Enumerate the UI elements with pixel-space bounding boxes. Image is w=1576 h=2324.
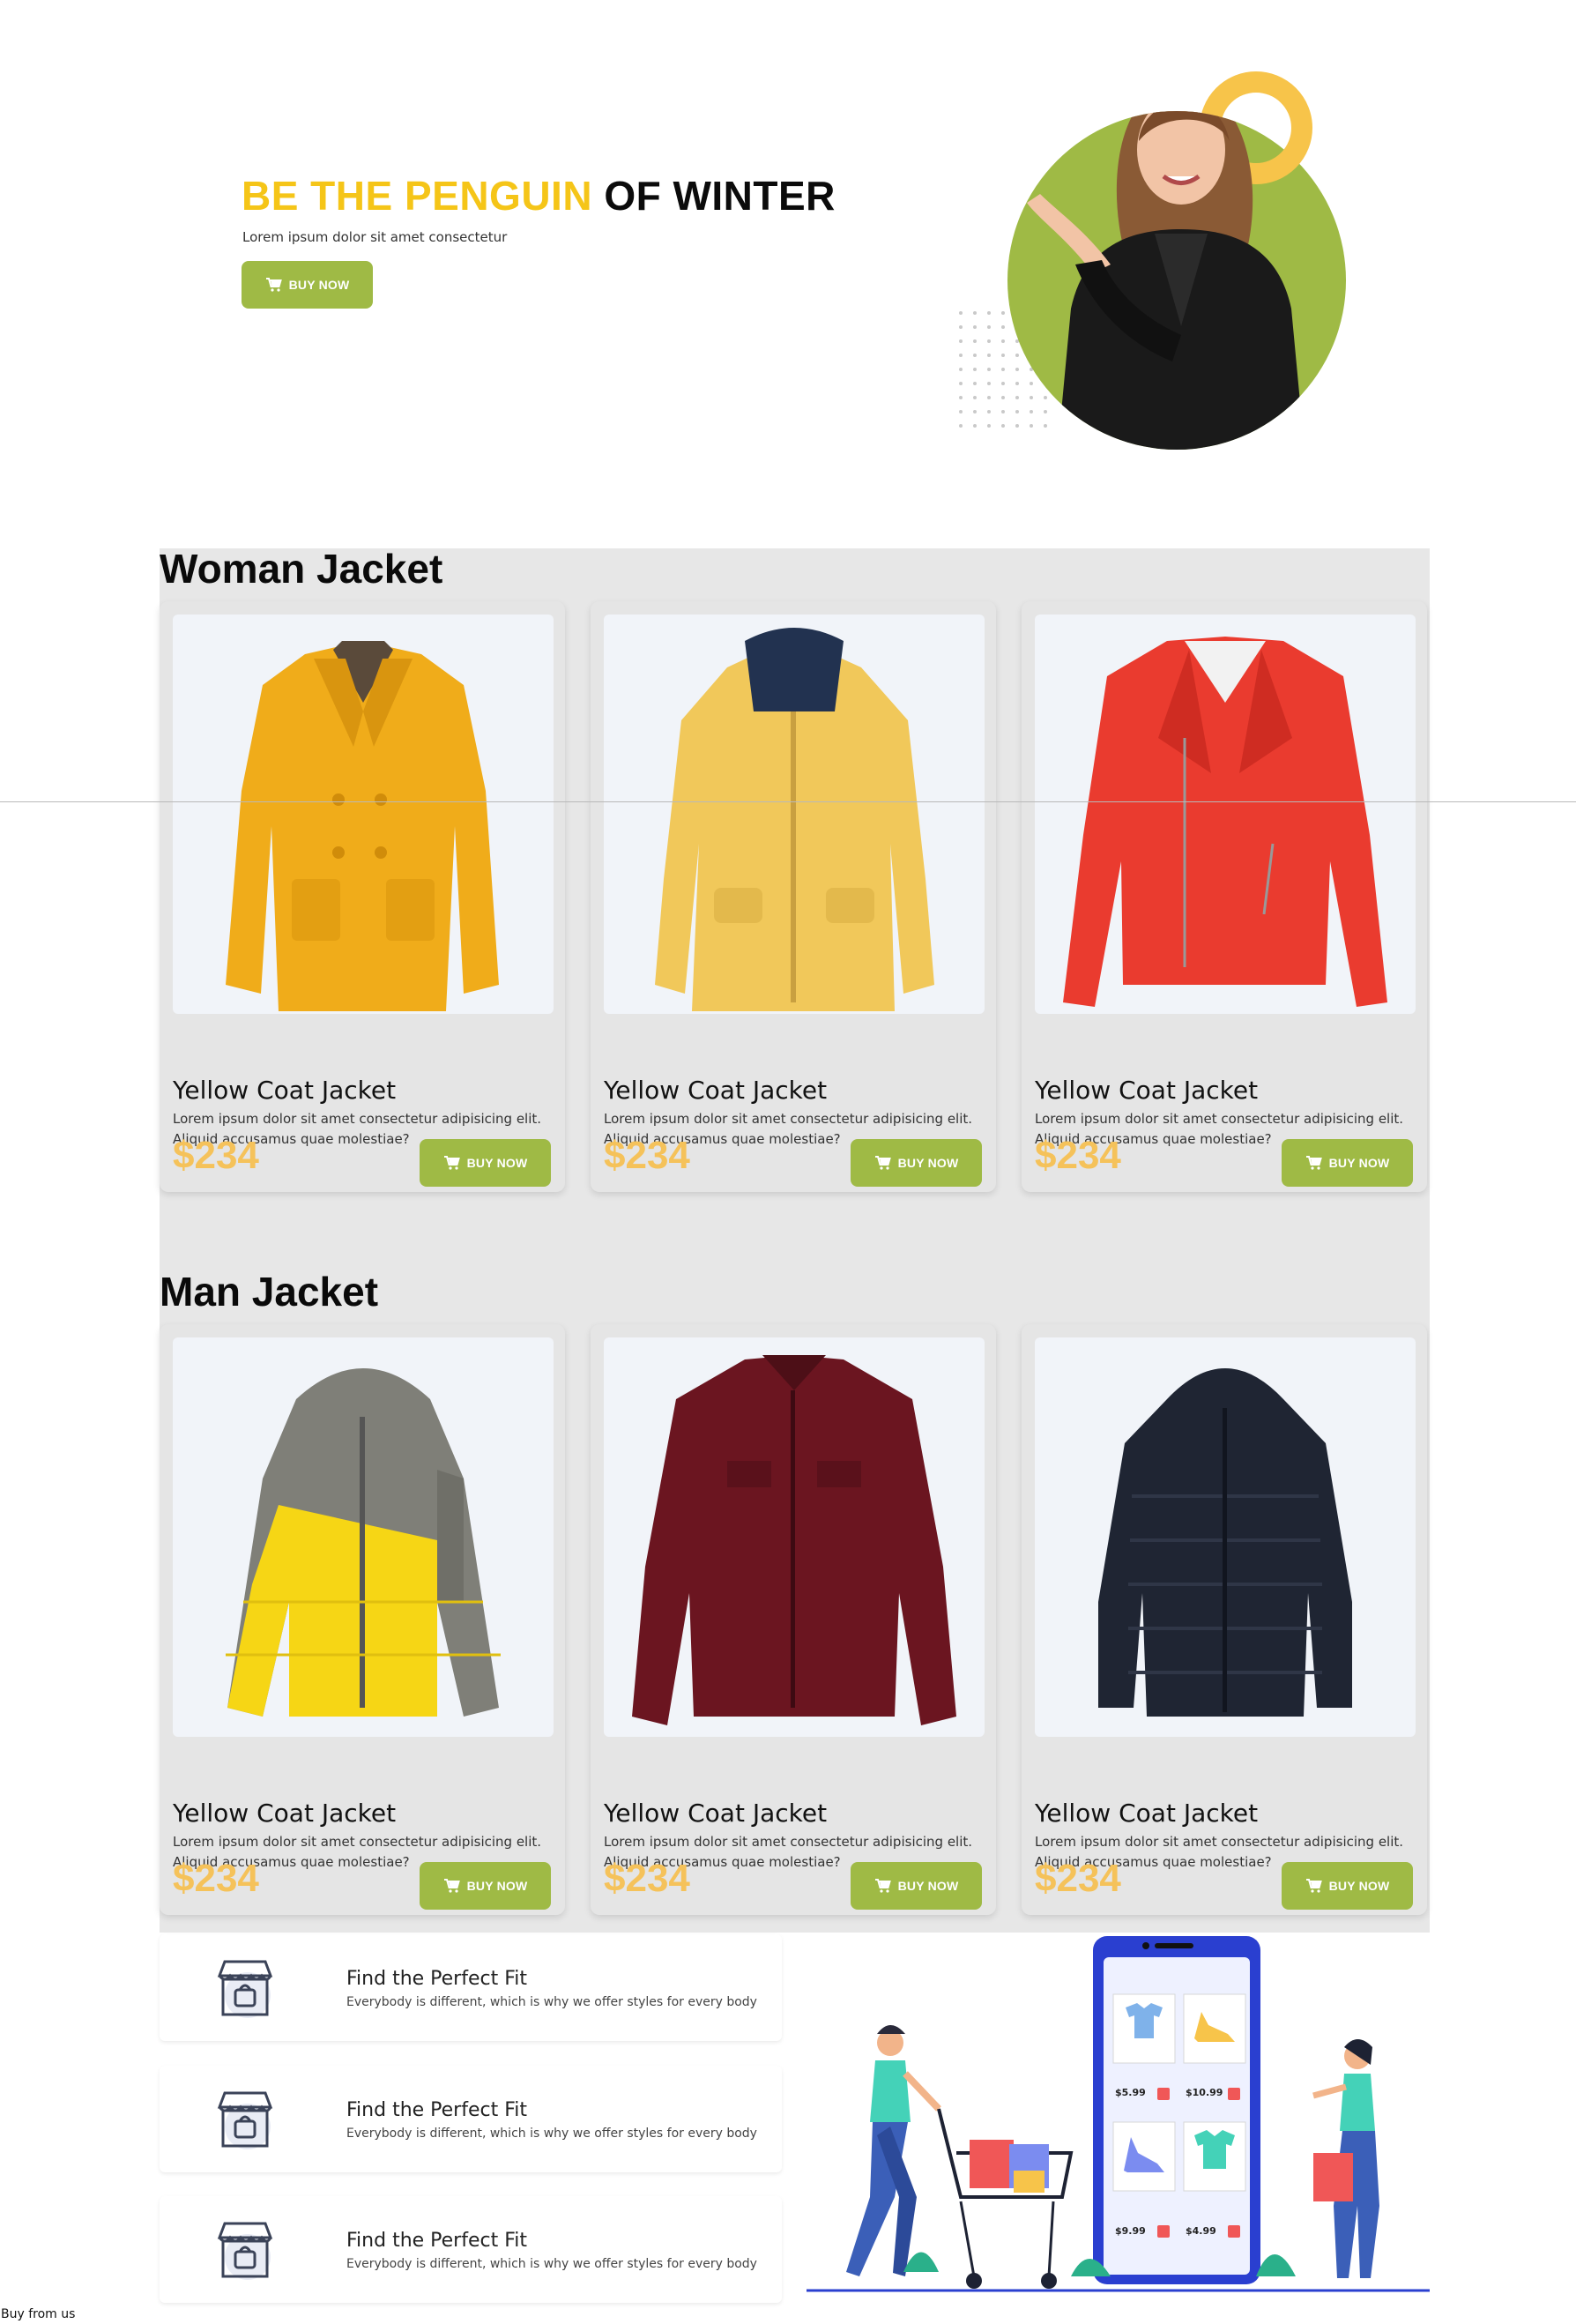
- shop-icon: [217, 2091, 273, 2149]
- product-price: $234: [604, 1134, 690, 1177]
- feature-description: Everybody is different, which is why we …: [346, 2257, 757, 2271]
- feature-title: Find the Perfect Fit: [346, 1968, 528, 1990]
- cart-icon: [874, 1879, 891, 1893]
- cart-icon: [265, 278, 282, 292]
- woman-section-title: Woman Jacket: [160, 546, 443, 592]
- hero-title-rest: OF WINTER: [592, 173, 836, 219]
- feature-description: Everybody is different, which is why we …: [346, 2127, 757, 2141]
- buy-now-button[interactable]: BUY NOW: [1282, 1862, 1413, 1910]
- product-image-puffer-jacket[interactable]: [173, 1337, 554, 1737]
- online-shopping-illustration: $5.99 $10.99 $9.99 $4.99: [807, 1933, 1430, 2303]
- illus-price: $5.99: [1115, 2087, 1146, 2098]
- buy-now-button[interactable]: BUY NOW: [1282, 1139, 1413, 1187]
- shop-icon: [217, 2222, 273, 2280]
- product-name: Yellow Coat Jacket: [173, 1076, 397, 1105]
- cart-icon: [443, 1156, 460, 1170]
- product-card[interactable]: Yellow Coat Jacket Lorem ipsum dolor sit…: [591, 601, 996, 1192]
- feature-item: Find the Perfect Fit Everybody is differ…: [160, 2196, 782, 2303]
- product-card[interactable]: Yellow Coat Jacket Lorem ipsum dolor sit…: [1022, 601, 1427, 1192]
- product-image-yellow-rain-jacket[interactable]: [604, 615, 985, 1014]
- divider-line: [0, 801, 1576, 802]
- product-name: Yellow Coat Jacket: [604, 1799, 828, 1828]
- feature-item: Find the Perfect Fit Everybody is differ…: [160, 1934, 782, 2041]
- hero-title: BE THE PENGUIN OF WINTER: [242, 172, 836, 220]
- product-image-red-leather-jacket[interactable]: [1035, 615, 1416, 1014]
- product-name: Yellow Coat Jacket: [1035, 1799, 1259, 1828]
- feature-description: Everybody is different, which is why we …: [346, 1995, 757, 2009]
- hero-buy-now-button[interactable]: BUY NOW: [242, 261, 373, 309]
- hero-buy-now-label: BUY NOW: [288, 278, 350, 292]
- feature-title: Find the Perfect Fit: [346, 2099, 528, 2121]
- product-card[interactable]: Yellow Coat Jacket Lorem ipsum dolor sit…: [591, 1324, 996, 1915]
- man-section-title: Man Jacket: [160, 1269, 379, 1315]
- buy-now-label: BUY NOW: [466, 1879, 528, 1893]
- hero-subtitle: Lorem ipsum dolor sit amet consectetur: [242, 229, 508, 245]
- buy-now-button[interactable]: BUY NOW: [851, 1139, 982, 1187]
- buy-now-label: BUY NOW: [1328, 1156, 1390, 1170]
- buy-now-label: BUY NOW: [897, 1156, 959, 1170]
- cart-icon: [874, 1156, 891, 1170]
- product-price: $234: [173, 1857, 259, 1900]
- product-card[interactable]: Yellow Coat Jacket Lorem ipsum dolor sit…: [160, 1324, 565, 1915]
- product-price: $234: [173, 1134, 259, 1177]
- product-name: Yellow Coat Jacket: [173, 1799, 397, 1828]
- buy-now-label: BUY NOW: [1328, 1879, 1390, 1893]
- hero-model-image: [959, 71, 1346, 450]
- product-card[interactable]: Yellow Coat Jacket Lorem ipsum dolor sit…: [1022, 1324, 1427, 1915]
- buy-now-button[interactable]: BUY NOW: [851, 1862, 982, 1910]
- product-name: Yellow Coat Jacket: [1035, 1076, 1259, 1105]
- feature-item: Find the Perfect Fit Everybody is differ…: [160, 2066, 782, 2172]
- illus-price: $9.99: [1115, 2225, 1146, 2237]
- buy-now-label: BUY NOW: [466, 1156, 528, 1170]
- product-card[interactable]: Yellow Coat Jacket Lorem ipsum dolor sit…: [160, 601, 565, 1192]
- hero-title-accent: BE THE PENGUIN: [242, 173, 593, 219]
- buy-now-label: BUY NOW: [897, 1879, 959, 1893]
- buy-now-button[interactable]: BUY NOW: [420, 1139, 551, 1187]
- product-image-burgundy-leather-jacket[interactable]: [604, 1337, 985, 1737]
- product-price: $234: [1035, 1857, 1121, 1900]
- product-price: $234: [1035, 1134, 1121, 1177]
- cart-icon: [1305, 1879, 1322, 1893]
- product-price: $234: [604, 1857, 690, 1900]
- product-image-navy-puffer-jacket[interactable]: [1035, 1337, 1416, 1737]
- shop-icon: [217, 1960, 273, 2018]
- feature-title: Find the Perfect Fit: [346, 2230, 528, 2252]
- cart-icon: [1305, 1156, 1322, 1170]
- product-image-yellow-coat[interactable]: [173, 615, 554, 1014]
- cart-icon: [443, 1879, 460, 1893]
- illus-price: $4.99: [1186, 2225, 1216, 2237]
- product-name: Yellow Coat Jacket: [604, 1076, 828, 1105]
- footer-text: Buy from us: [1, 2307, 76, 2321]
- illus-price: $10.99: [1186, 2087, 1223, 2098]
- buy-now-button[interactable]: BUY NOW: [420, 1862, 551, 1910]
